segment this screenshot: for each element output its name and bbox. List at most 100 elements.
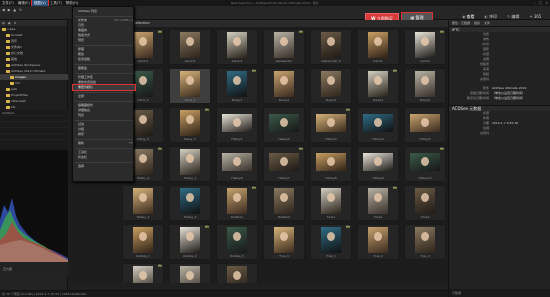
tree-item-label: 文件夹1	[11, 45, 22, 49]
thumbnail-item[interactable]: Hailey1	[216, 107, 258, 143]
properties-tab[interactable]: 组织	[474, 20, 480, 26]
thumbnail-item[interactable]: Aaron2	[169, 29, 211, 65]
thumbnail-item[interactable]: Hailey5	[404, 107, 446, 143]
thumbnail-item[interactable]: Robbie_3	[216, 224, 258, 260]
thumbnail-caption: Robbie1	[230, 215, 244, 219]
properties-panel: Untitled	[0, 110, 68, 150]
view-menu-item-label: 缩略图模式	[78, 103, 94, 107]
photo-thumbnail	[180, 110, 200, 136]
photo-thumbnail	[227, 227, 247, 253]
thumbnail-item[interactable]: JPG Hailey10	[404, 146, 446, 182]
thumbnail-item[interactable]: JPG Tina2	[357, 185, 399, 221]
back-icon[interactable]: ◀	[2, 8, 5, 12]
thumbnail-item[interactable]: Robbie2	[263, 185, 305, 221]
view-menu-item[interactable]: 排序	[73, 132, 135, 137]
properties-tab[interactable]: 属性 - 元数据	[452, 20, 470, 26]
thumbnail-item[interactable]: Hailey_3	[169, 185, 211, 221]
tree-item-label: Acrobat	[11, 33, 23, 37]
thumbnail-item[interactable]: Daisy3	[310, 68, 352, 104]
thumbnail-item[interactable]: Hailey6	[216, 146, 258, 182]
photo-thumbnail	[133, 110, 153, 136]
view-menu-item-label: 文件夹	[78, 18, 88, 22]
view-menu-item[interactable]: 状态栏	[73, 155, 135, 160]
folder-icon	[6, 99, 10, 103]
view-menu-item[interactable]: 列表	[73, 113, 135, 118]
folder-icon	[2, 27, 6, 31]
thumbnail-item[interactable]: Hailey2	[263, 107, 305, 143]
portrait-face-icon	[280, 193, 288, 203]
folder-icon	[6, 45, 10, 49]
forward-icon[interactable]: ▶	[8, 8, 11, 12]
thumbnail-item[interactable]: JPG Robbie1	[216, 185, 258, 221]
view-menu-item-label: 排序	[78, 132, 85, 136]
refresh-icon[interactable]: ↻	[19, 8, 22, 12]
thumbnail-item[interactable]: Daisy2	[263, 68, 305, 104]
thumbnail-item[interactable]: Daisy5	[404, 68, 446, 104]
thumbnail-item[interactable]: Hailey4	[357, 107, 399, 143]
thumbnail-item[interactable]: Tina1	[310, 185, 352, 221]
thumbnail-caption: Tina_3	[420, 254, 430, 258]
thumbnail-item[interactable]: JPG Hailey3	[310, 107, 352, 143]
thumbnail-item[interactable]: JPG Daisy_1	[169, 107, 211, 143]
thumbnail-item[interactable]: JPG Carol2	[404, 29, 446, 65]
thumbnail-item[interactable]: aleksander_0	[310, 29, 352, 65]
jpg-badge: JPG	[439, 31, 444, 33]
thumbnail-item[interactable]: Hailey_1	[169, 146, 211, 182]
photo-thumbnail	[415, 188, 435, 214]
thumbnail-caption: Hailey4	[372, 137, 384, 141]
view-menu-item[interactable]: 刷新 F5	[73, 141, 135, 146]
view-menu-item[interactable]: 全屏	[73, 94, 135, 99]
thumbnail-caption: Daisy4	[372, 98, 384, 102]
view-menu-item-label: 选择	[78, 164, 85, 168]
thumbnail-item[interactable]: Aaron3	[216, 29, 258, 65]
thumbnail-caption: Robbie_2	[183, 254, 197, 258]
thumbnail-item[interactable]: Tina_0	[263, 224, 305, 260]
thumbnail-caption: Tina3	[420, 215, 430, 219]
photo-thumbnail	[415, 32, 435, 58]
properties-tab[interactable]: 文件	[484, 20, 490, 26]
thumbnail-item[interactable]: Hailey9	[357, 146, 399, 182]
view-menu-item[interactable]: 图像篮	[73, 66, 135, 71]
jpg-badge: JPG	[157, 265, 162, 267]
thumbnail-item[interactable]: JPG Daisy4	[357, 68, 399, 104]
tree-item-label: v-bee	[7, 27, 16, 31]
thumbnail-caption: Daisy_1	[184, 137, 196, 141]
up-icon[interactable]: ▲	[13, 8, 16, 12]
thumbnail-item[interactable]: Tina3	[404, 185, 446, 221]
view-menu-item-label: 收藏夹	[78, 28, 88, 32]
portrait-face-icon	[280, 156, 288, 166]
portrait-face-icon	[327, 76, 335, 86]
thumbnail-item[interactable]: Hailey8	[310, 146, 352, 182]
metadata-row[interactable]: 关键词	[449, 131, 550, 136]
thumbnail-item[interactable]: JPG Daisy1	[216, 68, 258, 104]
thumbnail-item[interactable]: JPG Tina_1	[310, 224, 352, 260]
thumbnail-item[interactable]: JPG Hailey7	[263, 146, 305, 182]
thumbnail-item[interactable]: Tina_2	[357, 224, 399, 260]
menu-separator	[75, 162, 133, 163]
thumbnail-item[interactable]: Robbie_1	[122, 224, 164, 260]
thumbnail-item[interactable]: JPG Robbie_2	[169, 224, 211, 260]
tree-item-label: 其他	[11, 57, 18, 61]
sliders-icon: ◐	[484, 14, 489, 19]
view-menu-item[interactable]: ACDSee 列表	[73, 9, 135, 14]
menu-separator	[75, 92, 133, 93]
thumbnail-item[interactable]: Carol_1	[169, 68, 211, 104]
portrait-face-icon	[327, 117, 335, 127]
portrait-face-icon	[139, 232, 147, 242]
view-menu-item[interactable]: 任务窗格	[73, 57, 135, 62]
view-tab-label: 冲印	[489, 14, 497, 19]
tree-item-label: 办公文档	[11, 51, 24, 55]
portrait-face-icon	[280, 76, 288, 86]
thumbnail-item[interactable]: Hailey_2	[122, 185, 164, 221]
thumbnail-item[interactable]: JPG aleksander	[263, 29, 305, 65]
portrait-face-icon	[233, 232, 241, 242]
brush-icon: ✎	[507, 14, 511, 19]
thumbnail-item[interactable]: Carol1	[357, 29, 399, 65]
photo-thumbnail	[274, 32, 294, 58]
portrait-face-icon	[233, 156, 241, 166]
thumbnail-item[interactable]: Tina_3	[404, 224, 446, 260]
view-menu-item[interactable]: 重置为默认	[72, 84, 136, 91]
view-menu-item[interactable]: 预览	[73, 38, 135, 43]
view-menu-item[interactable]: 选择	[73, 164, 135, 169]
view-menu-item-label: 列表	[78, 113, 85, 117]
